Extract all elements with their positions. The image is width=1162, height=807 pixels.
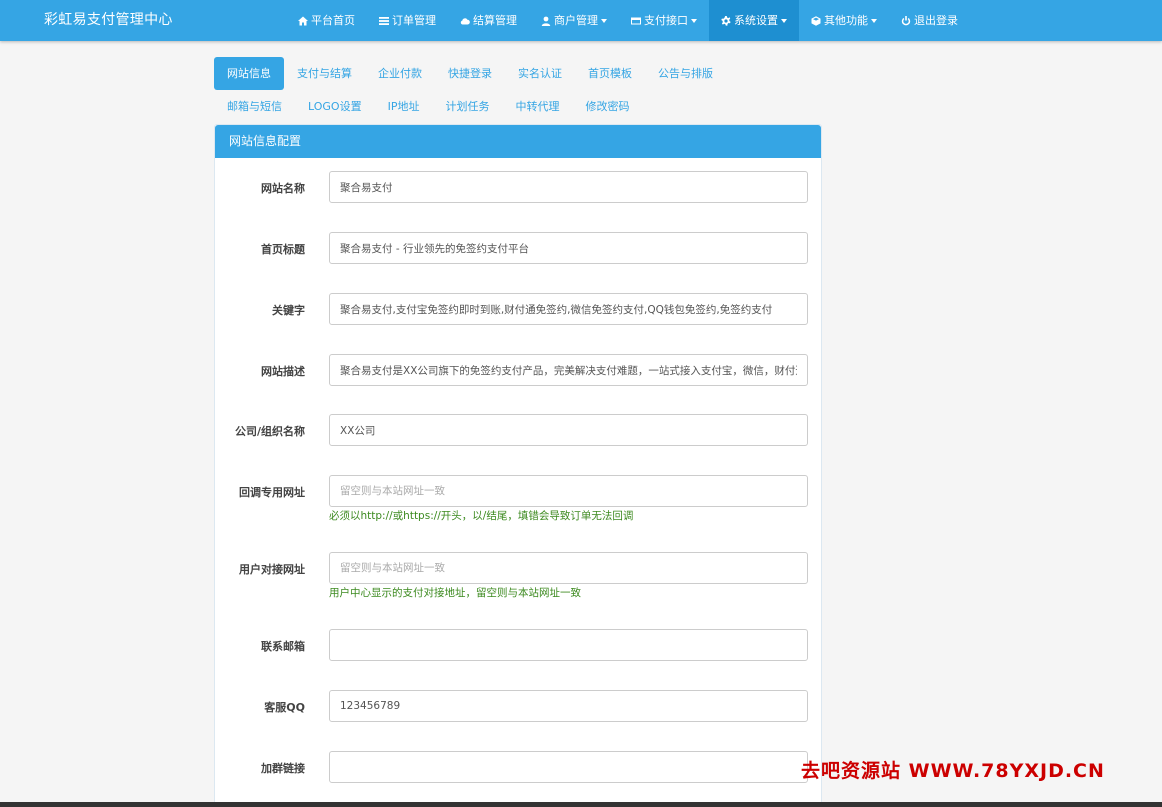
list-icon: [379, 16, 389, 25]
home-title-label: 首页标题: [261, 243, 305, 256]
site-description-label: 网站描述: [261, 365, 305, 378]
nav-other-functions-label: 其他功能: [824, 14, 868, 27]
panel-title: 网站信息配置: [215, 125, 821, 158]
group-link-label: 加群链接: [261, 762, 305, 775]
caret-down-icon: [781, 18, 787, 23]
user-icon: [541, 16, 551, 26]
top-navbar: 彩虹易支付管理中心 平台首页 订单管理 结算管理 商户管理 支付接口 系统设置: [0, 0, 1162, 41]
group-link-input[interactable]: [329, 751, 808, 783]
nav-payment-interface[interactable]: 支付接口: [619, 0, 709, 41]
tab-home-template[interactable]: 首页模板: [575, 57, 645, 90]
tab-payment-settlement[interactable]: 支付与结算: [284, 57, 365, 90]
tab-enterprise-payment[interactable]: 企业付款: [365, 57, 435, 90]
company-name-input[interactable]: [329, 414, 808, 446]
nav-system-settings-label: 系统设置: [734, 14, 778, 27]
site-description-input[interactable]: [329, 354, 808, 386]
keywords-input[interactable]: [329, 293, 808, 325]
nav-orders[interactable]: 订单管理: [367, 0, 448, 41]
tab-site-info[interactable]: 网站信息: [214, 57, 284, 90]
home-icon: [298, 16, 308, 25]
tab-row-2: 邮箱与短信 LOGO设置 IP地址 计划任务 中转代理 修改密码: [214, 90, 754, 123]
tab-real-name-auth[interactable]: 实名认证: [505, 57, 575, 90]
service-qq-input[interactable]: [329, 690, 808, 722]
nav-merchants-label: 商户管理: [554, 14, 598, 27]
settings-tabs: 网站信息 支付与结算 企业付款 快捷登录 实名认证 首页模板 公告与排版 邮箱与…: [214, 57, 754, 123]
gear-icon: [721, 15, 731, 26]
main-nav: 平台首页 订单管理 结算管理 商户管理 支付接口 系统设置 其他功能 退出登录: [286, 0, 970, 41]
watermark-text: 去吧资源站 WWW.78YXJD.CN: [801, 760, 1105, 782]
nav-other-functions[interactable]: 其他功能: [799, 0, 889, 41]
nav-home-label: 平台首页: [311, 14, 355, 27]
tab-email-sms[interactable]: 邮箱与短信: [214, 90, 295, 123]
nav-settlement-label: 结算管理: [473, 14, 517, 27]
company-name-label: 公司/组织名称: [234, 425, 305, 438]
site-name-input[interactable]: [329, 171, 808, 203]
tab-logo-settings[interactable]: LOGO设置: [295, 90, 375, 123]
site-name-label: 网站名称: [261, 182, 305, 195]
power-icon: [901, 15, 911, 25]
contact-email-input[interactable]: [329, 629, 808, 661]
nav-logout[interactable]: 退出登录: [889, 0, 970, 41]
tab-relay-proxy[interactable]: 中转代理: [502, 90, 572, 123]
brand-title[interactable]: 彩虹易支付管理中心: [44, 0, 173, 41]
credit-card-icon: [631, 17, 641, 24]
nav-payment-interface-label: 支付接口: [644, 14, 688, 27]
nav-system-settings[interactable]: 系统设置: [709, 0, 799, 41]
cloud-icon: [460, 17, 470, 24]
user-api-url-input[interactable]: [329, 552, 808, 584]
tab-row-1: 网站信息 支付与结算 企业付款 快捷登录 实名认证 首页模板 公告与排版: [214, 57, 754, 90]
user-api-url-label: 用户对接网址: [239, 563, 305, 576]
cube-icon: [811, 15, 821, 26]
nav-home[interactable]: 平台首页: [286, 0, 367, 41]
service-qq-label: 客服QQ: [264, 701, 305, 714]
caret-down-icon: [871, 18, 877, 23]
contact-email-label: 联系邮箱: [261, 640, 305, 653]
nav-logout-label: 退出登录: [914, 14, 958, 27]
tab-scheduled-tasks[interactable]: 计划任务: [432, 90, 502, 123]
callback-url-input[interactable]: [329, 475, 808, 507]
bottom-bar: [0, 802, 1162, 807]
callback-url-help: 必须以http://或https://开头，以/结尾，填错会导致订单无法回调: [329, 510, 634, 522]
tab-change-password[interactable]: 修改密码: [572, 90, 642, 123]
tab-quick-login[interactable]: 快捷登录: [435, 57, 505, 90]
keywords-label: 关键字: [272, 304, 305, 317]
home-title-input[interactable]: [329, 232, 808, 264]
callback-url-label: 回调专用网址: [239, 486, 305, 499]
site-info-panel: 网站信息配置 网站名称 首页标题 关键字 网站描述 公司/组织名称 回调专用网址…: [214, 124, 822, 807]
caret-down-icon: [601, 18, 607, 23]
nav-merchants[interactable]: 商户管理: [529, 0, 619, 41]
user-api-url-help: 用户中心显示的支付对接地址，留空则与本站网址一致: [329, 587, 581, 599]
nav-orders-label: 订单管理: [392, 14, 436, 27]
tab-announcement-layout[interactable]: 公告与排版: [645, 57, 726, 90]
caret-down-icon: [691, 18, 697, 23]
nav-settlement[interactable]: 结算管理: [448, 0, 529, 41]
tab-ip-address[interactable]: IP地址: [375, 90, 433, 123]
